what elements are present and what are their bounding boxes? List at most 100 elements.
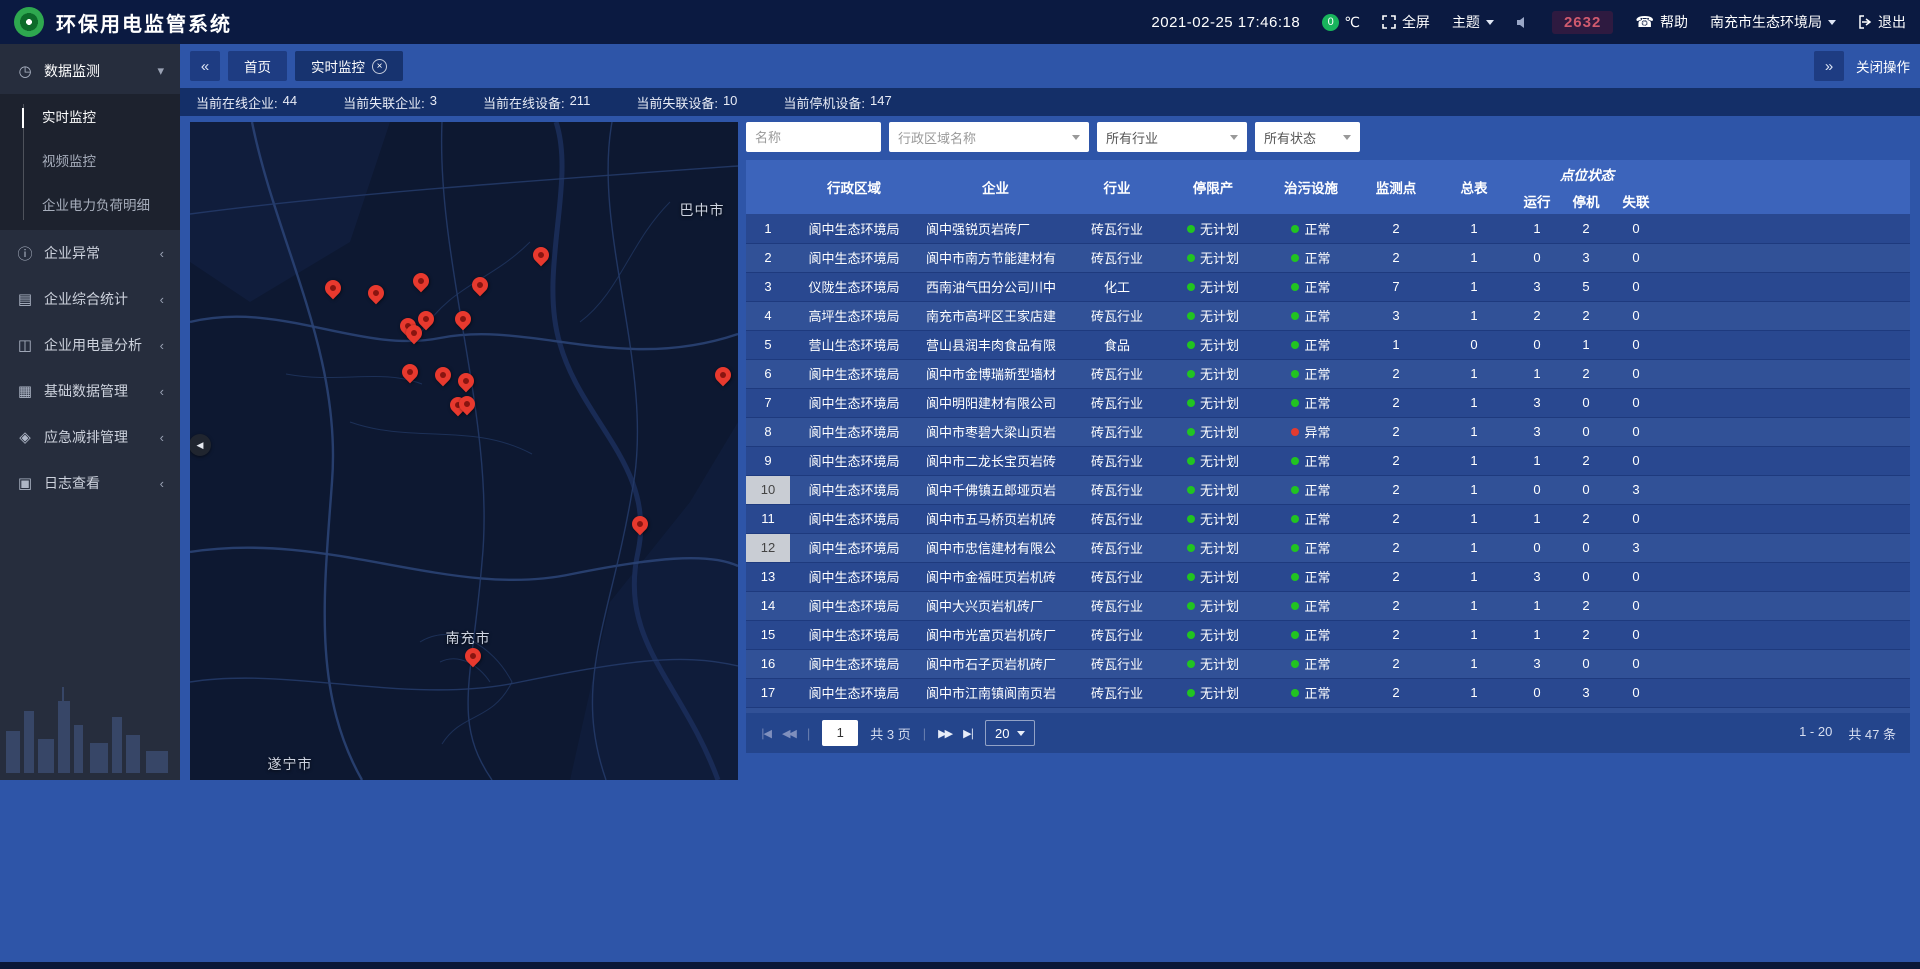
cell-points: 2 <box>1357 417 1435 446</box>
last-page-button[interactable]: ▶∣ <box>963 727 973 740</box>
cell-limit: 无计划 <box>1161 475 1265 504</box>
next-page-button[interactable]: ▶▶ <box>938 727 951 740</box>
chevron-down-icon <box>1486 20 1494 25</box>
status-dot-green <box>1291 660 1299 668</box>
name-filter-input[interactable] <box>746 122 881 152</box>
sidebar-item[interactable]: 视频监控 <box>0 140 180 184</box>
cell-meters: 1 <box>1435 272 1513 301</box>
map-pin[interactable] <box>418 308 434 330</box>
industry-filter-select[interactable]: 所有行业 <box>1097 122 1247 152</box>
close-icon[interactable]: × <box>372 59 387 74</box>
table-row[interactable]: 13阆中生态环境局阆中市金福旺页岩机砖砖瓦行业无计划正常21300 <box>746 562 1910 591</box>
map-panel[interactable]: 巴中市南充市遂宁市 ◀ <box>190 122 738 780</box>
org-dropdown[interactable]: 南充市生态环境局 <box>1710 12 1836 32</box>
row-index: 7 <box>746 388 790 417</box>
table-row[interactable]: 10阆中生态环境局阆中千佛镇五郎垭页岩砖瓦行业无计划正常21003 <box>746 475 1910 504</box>
sidebar-item[interactable]: 企业电力负荷明细 <box>0 184 180 228</box>
map-pin[interactable] <box>458 370 474 392</box>
sidebar-group-label: 基础数据管理 <box>44 381 128 401</box>
map-pin[interactable] <box>632 513 648 535</box>
table-row[interactable]: 8阆中生态环境局阆中市枣碧大梁山页岩砖瓦行业无计划异常21300 <box>746 417 1910 446</box>
fullscreen-button[interactable]: 全屏 <box>1382 12 1430 32</box>
map-city-label: 巴中市 <box>680 200 725 220</box>
cell-run: 3 <box>1513 562 1561 591</box>
table-row[interactable]: 5营山生态环境局营山县润丰肉食品有限食品无计划正常10010 <box>746 330 1910 359</box>
table-row[interactable]: 1阆中生态环境局阆中强锐页岩砖厂砖瓦行业无计划正常21120 <box>746 214 1910 243</box>
table-row[interactable]: 2阆中生态环境局阆中市南方节能建材有砖瓦行业无计划正常21030 <box>746 243 1910 272</box>
map-pin[interactable] <box>368 282 384 304</box>
cell-stop: 2 <box>1561 591 1611 620</box>
map-pin[interactable] <box>472 274 488 296</box>
map-pin[interactable] <box>455 308 471 330</box>
logout-button[interactable]: 退出 <box>1858 12 1906 32</box>
help-label: 帮助 <box>1660 12 1688 32</box>
map-pin[interactable] <box>325 277 341 299</box>
tabs-scroll-left-button[interactable]: « <box>190 51 220 81</box>
chevron-down-icon <box>1017 731 1025 736</box>
temperature-badge: 0 <box>1322 14 1339 31</box>
table-row[interactable]: 14阆中生态环境局阆中大兴页岩机砖厂砖瓦行业无计划正常21120 <box>746 591 1910 620</box>
sidebar-group-power-analysis[interactable]: ◫企业用电量分析‹ <box>0 322 180 368</box>
cell-meters: 1 <box>1435 562 1513 591</box>
map-collapse-button[interactable]: ◀ <box>190 434 211 456</box>
chevron-down-icon <box>1072 135 1080 140</box>
sidebar-group-base-data[interactable]: ▦基础数据管理‹ <box>0 368 180 414</box>
tabs-scroll-right-button[interactable]: » <box>1814 51 1844 81</box>
sidebar-item[interactable]: 实时监控 <box>0 96 180 140</box>
cell-industry: 砖瓦行业 <box>1073 591 1161 620</box>
page-size-select[interactable]: 20 <box>985 720 1034 746</box>
volume-button[interactable] <box>1516 16 1530 29</box>
sidebar-group-logs[interactable]: ▣日志查看‹ <box>0 460 180 506</box>
table-row[interactable]: 6阆中生态环境局阆中市金博瑞新型墙材砖瓦行业无计划正常21120 <box>746 359 1910 388</box>
sidebar-group-emergency[interactable]: ◈应急减排管理‹ <box>0 414 180 460</box>
region-filter-select[interactable]: 行政区域名称 <box>889 122 1089 152</box>
sidebar-group-enterprise-abnormal[interactable]: ⓘ企业异常‹ <box>0 230 180 276</box>
map-pin[interactable] <box>715 364 731 386</box>
sidebar-group-data-monitor[interactable]: ◷数据监测▾ <box>0 48 180 94</box>
row-index: 8 <box>746 417 790 446</box>
cell-run: 0 <box>1513 475 1561 504</box>
row-index: 11 <box>746 504 790 533</box>
alarm-count-badge[interactable]: 2632 <box>1552 11 1613 34</box>
line-chart-icon: ◫ <box>16 336 34 354</box>
theme-dropdown[interactable]: 主题 <box>1452 12 1494 32</box>
map-pin[interactable] <box>533 244 549 266</box>
table-row[interactable]: 15阆中生态环境局阆中市光富页岩机砖厂砖瓦行业无计划正常21120 <box>746 620 1910 649</box>
table-row[interactable]: 12阆中生态环境局阆中市忠信建材有限公砖瓦行业无计划正常21003 <box>746 533 1910 562</box>
cell-lost: 0 <box>1611 330 1661 359</box>
header-lost: 失联 <box>1611 187 1661 214</box>
tab-realtime-monitor[interactable]: 实时监控 × <box>295 51 403 81</box>
page-number-input[interactable]: 1 <box>822 720 858 746</box>
sidebar-group-enterprise-stats[interactable]: ▤企业综合统计‹ <box>0 276 180 322</box>
map-pin[interactable] <box>459 393 475 415</box>
map-pin[interactable] <box>413 270 429 292</box>
table-row[interactable]: 7阆中生态环境局阆中明阳建材有限公司砖瓦行业无计划正常21300 <box>746 388 1910 417</box>
map-pin[interactable] <box>402 361 418 383</box>
cell-facility: 正常 <box>1265 533 1357 562</box>
status-dot-green <box>1291 341 1299 349</box>
cell-run: 0 <box>1513 533 1561 562</box>
status-filter-select[interactable]: 所有状态 <box>1255 122 1360 152</box>
map-pin[interactable] <box>465 645 481 667</box>
row-index: 17 <box>746 678 790 707</box>
tab-home[interactable]: 首页 <box>228 51 287 81</box>
first-page-button[interactable]: ∣◀ <box>760 727 770 740</box>
cell-region: 阆中生态环境局 <box>790 359 918 388</box>
cell-stop: 5 <box>1561 272 1611 301</box>
prev-page-button[interactable]: ◀◀ <box>782 727 795 740</box>
table-row[interactable]: 3仪陇生态环境局西南油气田分公司川中化工无计划正常71350 <box>746 272 1910 301</box>
cell-facility: 正常 <box>1265 301 1357 330</box>
row-index: 4 <box>746 301 790 330</box>
table-row[interactable]: 11阆中生态环境局阆中市五马桥页岩机砖砖瓦行业无计划正常21120 <box>746 504 1910 533</box>
cell-stop: 0 <box>1561 475 1611 504</box>
log-file-icon: ▣ <box>16 474 34 492</box>
map-pin-icon <box>415 308 438 331</box>
map-pin[interactable] <box>435 364 451 386</box>
table-row[interactable]: 9阆中生态环境局阆中市二龙长宝页岩砖砖瓦行业无计划正常21120 <box>746 446 1910 475</box>
table-row[interactable]: 17阆中生态环境局阆中市江南镇阆南页岩砖瓦行业无计划正常21030 <box>746 678 1910 707</box>
table-row[interactable]: 16阆中生态环境局阆中市石子页岩机砖厂砖瓦行业无计划正常21300 <box>746 649 1910 678</box>
help-button[interactable]: ☎ 帮助 <box>1635 12 1688 32</box>
stat-value: 44 <box>283 93 297 112</box>
close-operations-button[interactable]: 关闭操作 <box>1856 56 1910 76</box>
table-row[interactable]: 4高坪生态环境局南充市高坪区王家店建砖瓦行业无计划正常31220 <box>746 301 1910 330</box>
